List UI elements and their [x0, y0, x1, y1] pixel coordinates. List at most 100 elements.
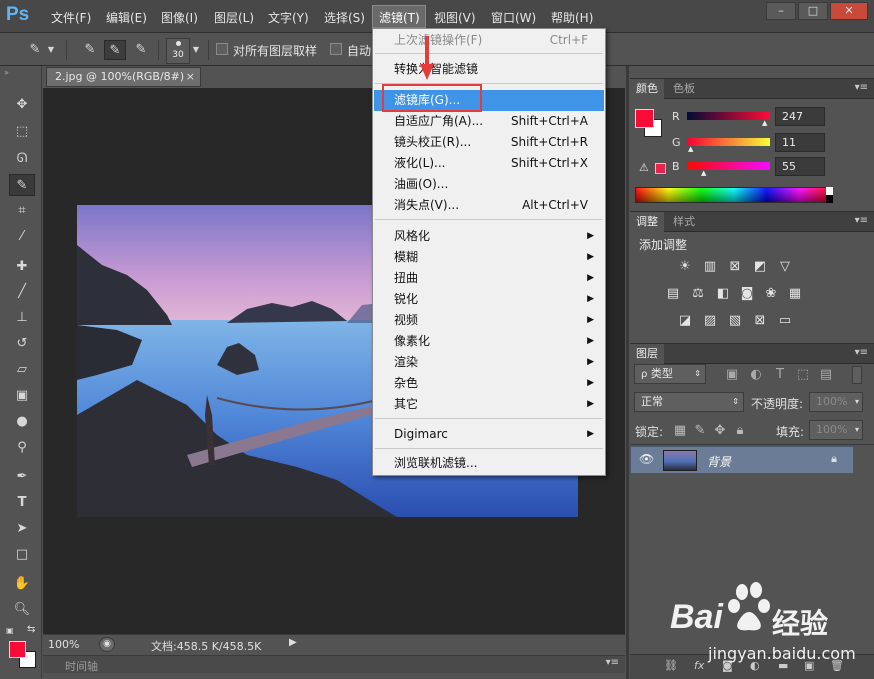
healing-brush-tool-icon[interactable]: ✚: [9, 256, 35, 278]
blue-value[interactable]: 55: [775, 157, 825, 176]
lasso-tool-icon[interactable]: ᘏ: [9, 148, 35, 170]
menu-item-liquify[interactable]: 液化(L)... Shift+Ctrl+X: [374, 153, 604, 174]
gradient-tool-icon[interactable]: ▣: [9, 385, 35, 407]
filter-toggle[interactable]: [852, 366, 862, 384]
blend-mode-select[interactable]: 正常 ⇕: [634, 392, 744, 412]
menu-item-browse-online-filters[interactable]: 浏览联机滤镜...: [374, 453, 604, 474]
close-icon[interactable]: ×: [186, 68, 195, 86]
move-tool-icon[interactable]: ✥: [9, 94, 35, 116]
exposure-icon[interactable]: ◩: [751, 259, 769, 275]
foreground-color-swatch[interactable]: [9, 641, 26, 658]
green-value[interactable]: 11: [775, 133, 825, 152]
color-balance-icon[interactable]: ⚖: [689, 286, 707, 302]
panel-menu-icon[interactable]: ▾≡: [606, 657, 619, 668]
menu-item-pixelate[interactable]: 像素化 ▶: [374, 331, 604, 352]
fill-field[interactable]: 100% ▾: [809, 420, 863, 440]
lock-pixels-icon[interactable]: ✎: [691, 423, 709, 439]
menu-select[interactable]: 选择(S): [324, 9, 365, 26]
eye-visibility-icon[interactable]: 👁︎: [639, 452, 654, 466]
document-tab[interactable]: 2.jpg @ 100%(RGB/8#) ×: [46, 67, 201, 87]
crop-tool-icon[interactable]: ⌗: [9, 200, 35, 222]
filter-pixel-icon[interactable]: ▣: [723, 367, 741, 383]
levels-icon[interactable]: ▥: [701, 259, 719, 275]
menu-item-convert-smart-filter[interactable]: 转换为智能滤镜: [374, 59, 604, 80]
out-of-gamut-warning-icon[interactable]: ⚠: [639, 161, 649, 174]
vibrance-icon[interactable]: ▽: [776, 259, 794, 275]
rectangle-tool-icon[interactable]: □: [9, 544, 35, 566]
type-tool-icon[interactable]: T: [9, 492, 35, 514]
channel-mixer-icon[interactable]: ❀: [762, 286, 780, 302]
minimize-button[interactable]: –: [766, 2, 796, 20]
history-brush-tool-icon[interactable]: ↺: [9, 333, 35, 355]
hue-saturation-icon[interactable]: ▤: [664, 286, 682, 302]
menu-view[interactable]: 视图(V): [434, 9, 476, 26]
chevron-down-icon[interactable]: ▼: [45, 40, 57, 60]
status-menu-arrow-icon[interactable]: ▶: [289, 637, 297, 648]
posterize-icon[interactable]: ▨: [701, 313, 719, 329]
brush-size-picker[interactable]: 30: [166, 38, 190, 64]
zoom-tool-icon[interactable]: 🔍︎: [9, 599, 35, 621]
eyedropper-tool-icon[interactable]: ⁄: [9, 226, 35, 248]
menu-item-video[interactable]: 视频 ▶: [374, 310, 604, 331]
lock-transparent-icon[interactable]: ▦: [671, 423, 689, 439]
panel-menu-icon[interactable]: ▾≡: [855, 215, 868, 226]
default-colors-icon[interactable]: ▣: [6, 626, 14, 635]
sample-all-layers-checkbox[interactable]: [216, 43, 228, 55]
dodge-tool-icon[interactable]: ⚲: [9, 437, 35, 459]
menu-file[interactable]: 文件(F): [51, 9, 91, 26]
maximize-button[interactable]: □: [798, 2, 828, 20]
eraser-tool-icon[interactable]: ▱: [9, 359, 35, 381]
menu-item-blur[interactable]: 模糊 ▶: [374, 247, 604, 268]
menu-layer[interactable]: 图层(L): [214, 9, 254, 26]
photo-filter-icon[interactable]: ◙: [738, 286, 756, 302]
tab-layers[interactable]: 图层: [630, 344, 664, 364]
layer-name[interactable]: 背景: [707, 453, 731, 470]
filter-smart-object-icon[interactable]: ▤: [817, 367, 835, 383]
gradient-map-icon[interactable]: ▭: [776, 313, 794, 329]
menu-window[interactable]: 窗口(W): [491, 9, 536, 26]
black-swatch[interactable]: [826, 195, 833, 203]
menu-item-other[interactable]: 其它 ▶: [374, 394, 604, 415]
auto-enhance-checkbox[interactable]: [330, 43, 342, 55]
menu-item-noise[interactable]: 杂色 ▶: [374, 373, 604, 394]
status-info-icon[interactable]: ◉: [99, 637, 115, 652]
pen-tool-icon[interactable]: ✒: [9, 466, 35, 488]
filter-type-icon[interactable]: T: [771, 367, 789, 383]
path-selection-tool-icon[interactable]: ➤: [9, 518, 35, 540]
menu-item-sharpen[interactable]: 锐化 ▶: [374, 289, 604, 310]
menu-item-digimarc[interactable]: Digimarc ▶: [374, 424, 604, 445]
panel-menu-icon[interactable]: ▾≡: [855, 82, 868, 93]
layer-filter-kind[interactable]: ρ 类型 ⇕: [634, 364, 706, 384]
chevron-down-icon[interactable]: ▼: [190, 40, 202, 60]
invert-icon[interactable]: ◪: [676, 313, 694, 329]
new-selection-brush-icon[interactable]: ✎: [79, 40, 101, 60]
selective-color-icon[interactable]: ⊠: [751, 313, 769, 329]
zoom-level[interactable]: 100%: [48, 638, 79, 651]
red-slider[interactable]: [687, 112, 770, 120]
menu-item-stylize[interactable]: 风格化 ▶: [374, 226, 604, 247]
opacity-field[interactable]: 100% ▾: [809, 392, 863, 412]
threshold-icon[interactable]: ▧: [726, 313, 744, 329]
panel-divider[interactable]: [626, 66, 629, 679]
menu-item-oil-paint[interactable]: 油画(O)...: [374, 174, 604, 195]
menu-item-lens-correction[interactable]: 镜头校正(R)... Shift+Ctrl+R: [374, 132, 604, 153]
add-to-selection-brush-icon[interactable]: ✎: [104, 40, 126, 60]
layer-row[interactable]: 👁︎ 背景 🔒︎: [630, 446, 854, 474]
marquee-tool-icon[interactable]: ⬚: [9, 121, 35, 143]
tab-styles[interactable]: 样式: [667, 212, 701, 232]
menu-item-distort[interactable]: 扭曲 ▶: [374, 268, 604, 289]
close-button[interactable]: ✕: [830, 2, 868, 20]
brush-tool-icon[interactable]: ╱: [9, 281, 35, 303]
green-slider[interactable]: [687, 138, 770, 146]
curves-icon[interactable]: ⊠: [726, 259, 744, 275]
tab-color[interactable]: 颜色: [630, 79, 664, 99]
timeline-bar[interactable]: 时间轴 ▾≡: [43, 655, 625, 673]
filter-adjustment-icon[interactable]: ◐: [747, 367, 765, 383]
menu-filter[interactable]: 滤镜(T): [379, 9, 420, 26]
blue-slider[interactable]: [687, 162, 770, 170]
menu-edit[interactable]: 编辑(E): [106, 9, 147, 26]
clone-stamp-tool-icon[interactable]: ⊥: [9, 307, 35, 329]
lock-position-icon[interactable]: ✥: [711, 423, 729, 439]
filter-shape-icon[interactable]: ⬚: [794, 367, 812, 383]
hand-tool-icon[interactable]: ✋: [9, 573, 35, 595]
